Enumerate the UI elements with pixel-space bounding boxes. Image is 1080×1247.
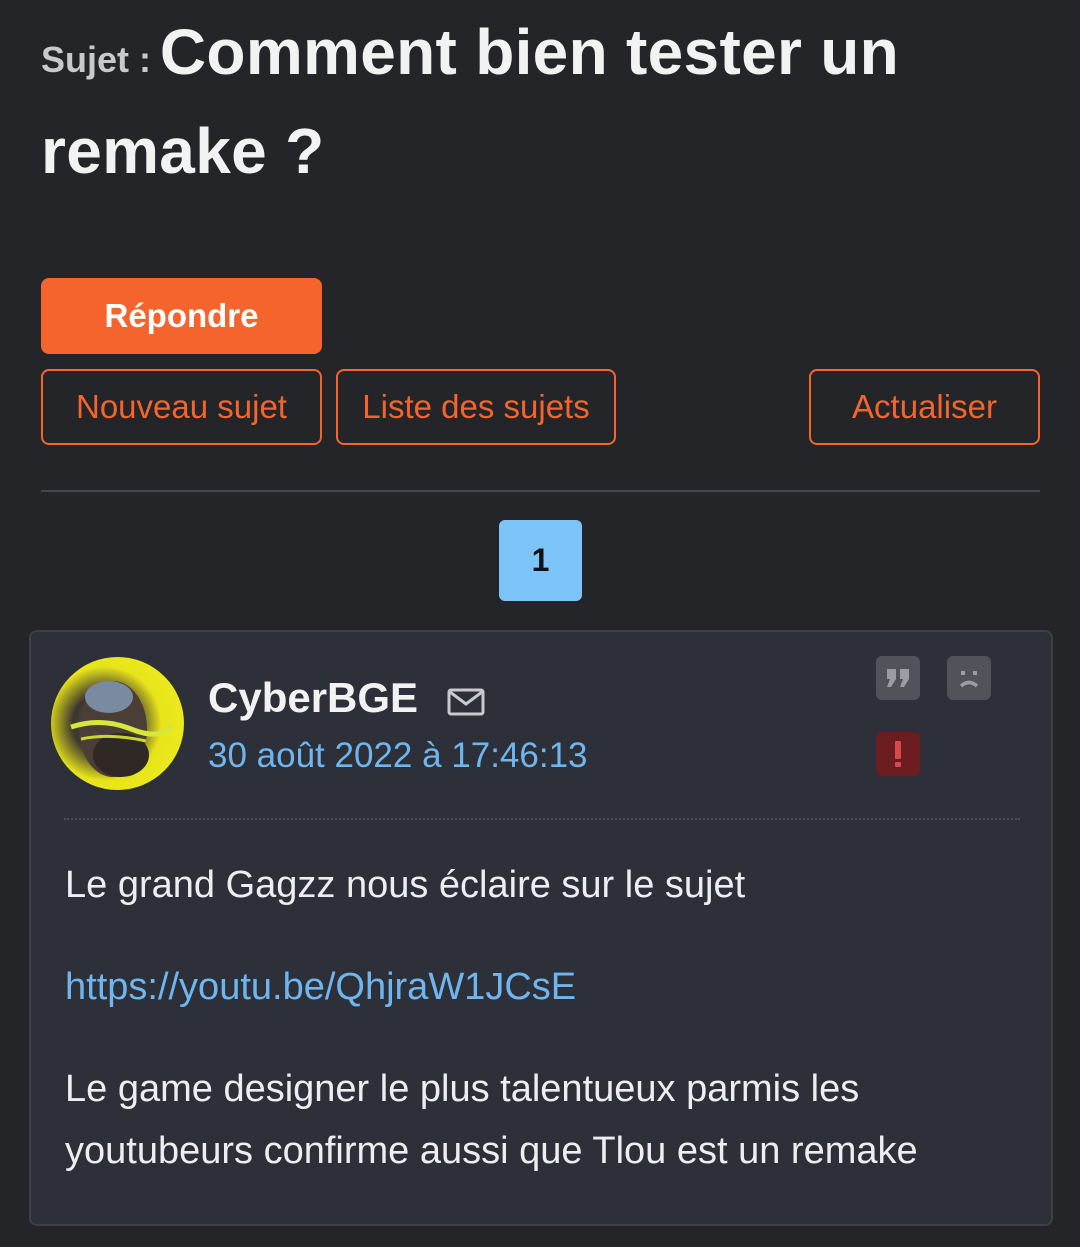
topic-prefix: Sujet : [41, 39, 152, 80]
post-body: Le grand Gagzz nous éclaire sur le sujet… [65, 854, 1025, 1182]
report-button[interactable] [876, 732, 920, 776]
sad-face-icon [959, 671, 979, 688]
post-link[interactable]: https://youtu.be/QhjraW1JCsE [65, 966, 576, 1008]
post-date[interactable]: 30 août 2022 à 17:46:13 [208, 736, 588, 776]
topic-title: Sujet : Comment bien tester un remake ? [41, 8, 1041, 206]
quote-button[interactable] [876, 656, 920, 700]
mail-icon[interactable] [447, 687, 485, 717]
topic-list-button[interactable]: Liste des sujets [336, 369, 616, 445]
forum-post: CyberBGE 30 août 2022 à 17:46:13 Le gran… [29, 630, 1053, 1226]
forum-topic-page: Sujet : Comment bien tester un remake ? … [0, 0, 1080, 1247]
post-paragraph: Le grand Gagzz nous éclaire sur le sujet [65, 864, 746, 906]
refresh-button[interactable]: Actualiser [809, 369, 1040, 445]
divider [41, 490, 1040, 492]
reply-button[interactable]: Répondre [41, 278, 322, 354]
report-icon [895, 741, 901, 767]
topic-title-text: Comment bien tester un remake ? [41, 16, 900, 187]
avatar-image [70, 681, 174, 777]
pagination-page-current[interactable]: 1 [499, 520, 582, 601]
avatar[interactable] [51, 657, 184, 790]
post-paragraph: Le game designer le plus talentueux parm… [65, 1068, 918, 1172]
new-topic-button[interactable]: Nouveau sujet [41, 369, 322, 445]
quote-icon [887, 669, 909, 687]
post-author[interactable]: CyberBGE [208, 674, 418, 722]
post-separator [64, 818, 1020, 820]
sad-face-button[interactable] [947, 656, 991, 700]
